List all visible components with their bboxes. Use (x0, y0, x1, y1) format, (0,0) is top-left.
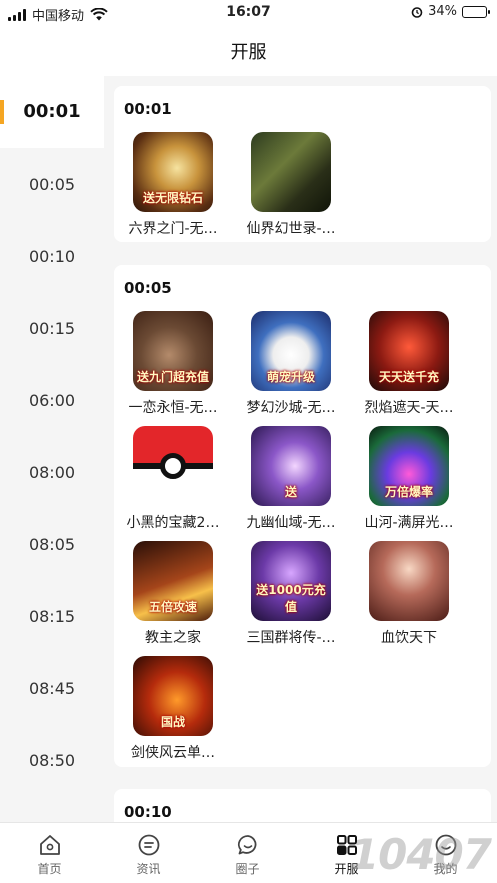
tab-label: 圈子 (235, 862, 260, 876)
game-name: 三国群将传-… (246, 630, 336, 646)
game-name: 仙界幻世录-… (246, 221, 336, 237)
game-name: 烈焰遮天-天… (364, 400, 454, 416)
tab-label: 首页 (37, 862, 62, 876)
server-list: 00:01 送无限钻石 六界之门-无… 仙界幻世录-… 00:05 送九门超充值… (104, 76, 497, 822)
time-item-label: 00:10 (28, 247, 76, 266)
time-item-label: 00:05 (28, 175, 76, 194)
purple-hero-icon: 送1000元充值 (251, 541, 331, 621)
home-icon (39, 835, 60, 855)
active-marker (0, 100, 4, 124)
server-section-0001: 00:01 送无限钻石 六界之门-无… 仙界幻世录-… (114, 86, 491, 242)
fairy-icon: 送 (251, 426, 331, 506)
game-name: 山河-满屏光… (364, 515, 454, 531)
section-time: 00:10 (124, 803, 172, 821)
time-item-0805[interactable]: 08:05 (0, 509, 104, 581)
section-time: 00:01 (124, 100, 172, 118)
tab-community[interactable]: 圈子 (198, 823, 297, 883)
game-badge: 天天送千充 (378, 370, 439, 384)
chat-icon (237, 835, 256, 855)
game-item[interactable]: 万倍爆率 山河-满屏光… (350, 426, 468, 532)
battery-percent: 34% (428, 4, 457, 19)
status-bar: 中国移动 16:07 34% (0, 0, 497, 26)
game-item[interactable]: 送 九幽仙域-无… (232, 426, 350, 532)
time-item-label: 08:45 (28, 679, 76, 698)
tab-bar: 首页 资讯 圈子 开服 我的 10407 (0, 822, 497, 883)
server-section-0010: 00:10 (114, 789, 491, 822)
golden-sword-icon: 五倍攻速 (133, 541, 213, 621)
game-badge: 萌宠升级 (266, 370, 315, 384)
time-item-label: 08:00 (28, 463, 76, 482)
pokeball-icon (133, 426, 213, 506)
game-badge: 送1000元充值 (256, 583, 326, 614)
sword-scroll-icon (251, 132, 331, 212)
time-item-label: 00:15 (28, 319, 76, 338)
game-name: 一恋永恒-无… (128, 400, 218, 416)
game-badge: 五倍攻速 (148, 600, 197, 614)
crystal-warrior-icon: 送无限钻石 (133, 132, 213, 212)
panda-icon: 萌宠升级 (251, 311, 331, 391)
watermark-logo: 10407 (349, 830, 492, 879)
time-item-0800[interactable]: 08:00 (0, 437, 104, 509)
game-name: 剑侠风云单… (131, 745, 215, 761)
time-item-0850[interactable]: 08:50 (0, 725, 104, 797)
server-section-0005: 00:05 送九门超充值 一恋永恒-无… 萌宠升级 梦幻沙城-无… 天天送千充 … (114, 265, 491, 767)
lady-portrait-icon (369, 541, 449, 621)
game-badge: 国战 (160, 715, 185, 729)
game-item[interactable]: 仙界幻世录-… (232, 132, 350, 238)
time-item-0845[interactable]: 08:45 (0, 653, 104, 725)
time-item-label: 08:15 (28, 607, 76, 626)
game-item[interactable]: 天天送千充 烈焰遮天-天… (350, 311, 468, 417)
time-item-0015[interactable]: 00:15 (0, 293, 104, 365)
time-item-label: 00:01 (23, 101, 81, 122)
game-name: 小黑的宝藏2… (126, 515, 220, 531)
game-badge: 送九门超充值 (136, 370, 209, 384)
alarm-icon (411, 6, 423, 18)
time-sidebar: 00:01 00:05 00:10 00:15 06:00 08:00 08:0… (0, 76, 104, 822)
fire-dragon-icon: 国战 (133, 656, 213, 736)
time-item-label: 06:00 (28, 391, 76, 410)
game-item[interactable]: 萌宠升级 梦幻沙城-无… (232, 311, 350, 417)
fire-warrior-icon: 天天送千充 (369, 311, 449, 391)
time-item-0005[interactable]: 00:05 (0, 149, 104, 221)
beast-warrior-icon: 送九门超充值 (133, 311, 213, 391)
game-item[interactable]: 送1000元充值 三国群将传-… (232, 541, 350, 647)
battery-icon (462, 5, 490, 18)
time-item-0815[interactable]: 08:15 (0, 581, 104, 653)
game-item[interactable]: 小黑的宝藏2… (114, 426, 232, 532)
tab-home[interactable]: 首页 (0, 823, 99, 883)
game-name: 九幽仙域-无… (246, 515, 336, 531)
neon-warrior-icon: 万倍爆率 (369, 426, 449, 506)
game-item[interactable]: 国战 剑侠风云单… (114, 656, 232, 762)
game-item[interactable]: 送无限钻石 六界之门-无… (114, 132, 232, 238)
game-item[interactable]: 送九门超充值 一恋永恒-无… (114, 311, 232, 417)
game-name: 血饮天下 (381, 630, 437, 646)
game-badge: 送 (284, 485, 297, 499)
nav-bar: 开服 (0, 26, 497, 76)
section-time: 00:05 (124, 279, 172, 297)
game-name: 六界之门-无… (128, 221, 218, 237)
game-name: 梦幻沙城-无… (246, 400, 336, 416)
page-title: 开服 (230, 42, 267, 63)
time-item-0001[interactable]: 00:01 (0, 76, 104, 148)
pokeball-center (160, 453, 186, 479)
status-right: 34% (411, 4, 490, 19)
tab-news[interactable]: 资讯 (99, 823, 198, 883)
time-item-label: 08:05 (28, 535, 76, 554)
time-item-label: 08:50 (28, 751, 76, 770)
news-icon (138, 834, 159, 856)
time-item-0010[interactable]: 00:10 (0, 221, 104, 293)
game-badge: 万倍爆率 (384, 485, 433, 499)
tab-label: 资讯 (136, 862, 161, 876)
game-name: 教主之家 (145, 630, 201, 646)
game-item[interactable]: 五倍攻速 教主之家 (114, 541, 232, 647)
game-item[interactable]: 血饮天下 (350, 541, 468, 647)
game-badge: 送无限钻石 (142, 191, 203, 205)
time-item-0600[interactable]: 06:00 (0, 365, 104, 437)
